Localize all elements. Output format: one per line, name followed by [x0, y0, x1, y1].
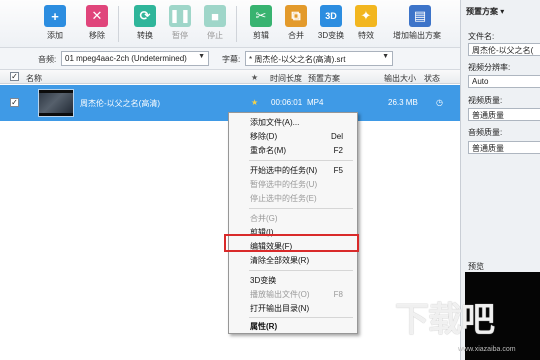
menu-item-rename[interactable]: 重命名(M) F2: [229, 144, 357, 157]
add-label: 添加: [47, 31, 63, 40]
subtitle-value: * 周杰伦-以父之名(高清).srt: [249, 55, 346, 64]
menu-item-clear-effects[interactable]: 清除全部效果(R): [229, 254, 357, 267]
main-toolbar: + 添加 ✕ 移除 ⟳ 转换 ❚❚ 暂停 ■ 停止 ✂ 剪辑 ⧉ 合并 3D 3…: [0, 0, 460, 48]
menu-item-pause-selected[interactable]: 暂停选中的任务(U): [229, 178, 357, 191]
audio-quality-label: 音频质量:: [468, 128, 503, 137]
audio-track-value: 01 mpeg4aac-2ch (Undetermined): [65, 54, 187, 63]
column-star[interactable]: ★: [251, 73, 258, 82]
preset-panel-title[interactable]: 预置方案 ▾: [466, 6, 504, 17]
select-all-checkbox[interactable]: ✓: [10, 72, 19, 81]
chevron-down-icon: ▼: [198, 53, 205, 60]
column-name[interactable]: 名称: [26, 73, 42, 84]
highlight-annotation-box: [224, 234, 359, 252]
row-checkbox[interactable]: ✓: [10, 98, 19, 107]
subtitle-label: 字幕:: [222, 55, 241, 64]
clip-label: 剪辑: [253, 31, 269, 40]
remove-button[interactable]: ✕ 移除: [80, 5, 114, 45]
menu-separator: [249, 317, 353, 318]
resolution-select[interactable]: Auto: [468, 75, 540, 88]
menu-item-3d-convert[interactable]: 3D变换: [229, 274, 357, 287]
pause-icon: ❚❚: [169, 5, 191, 27]
resolution-label: 视频分辨率:: [468, 63, 511, 72]
toolbar-divider: [118, 6, 119, 42]
column-preset[interactable]: 预置方案: [308, 73, 340, 84]
clock-icon: ◷: [436, 98, 443, 107]
toolbar-divider: [236, 6, 237, 42]
add-output-scheme-label: 增加输出方案: [393, 31, 441, 40]
column-output-size[interactable]: 输出大小: [384, 73, 416, 84]
audio-label: 音频:: [38, 55, 57, 64]
convert-label: 转换: [137, 31, 153, 40]
convert-button[interactable]: ⟳ 转换: [128, 5, 162, 45]
add-output-scheme-button[interactable]: ▤ 增加输出方案: [393, 5, 442, 45]
pause-label: 暂停: [172, 31, 188, 40]
clip-button[interactable]: ✂ 剪辑: [244, 5, 278, 45]
video-thumbnail: [38, 89, 74, 117]
file-list-header: ✓ 名称 ★ 时间长度 预置方案 输出大小 状态: [0, 70, 460, 84]
watermark-logo: 下载吧: [395, 301, 495, 339]
stop-label: 停止: [207, 31, 223, 40]
remove-label: 移除: [89, 31, 105, 40]
audio-quality-select[interactable]: 普通质量: [468, 141, 540, 154]
row-preset: MP4: [307, 98, 324, 107]
menu-item-start-selected[interactable]: 开始选中的任务(N) F5: [229, 164, 357, 177]
menu-item-play-output[interactable]: 播放输出文件(O) F8: [229, 288, 357, 301]
effects-button[interactable]: ✦ 特效: [349, 5, 383, 45]
chevron-down-icon: ▼: [382, 53, 389, 60]
menu-item-stop-selected[interactable]: 停止选中的任务(E): [229, 192, 357, 205]
menu-item-add-file[interactable]: 添加文件(A)...: [229, 116, 357, 129]
convert-3d-label: 3D变换: [317, 31, 345, 40]
pause-button[interactable]: ❚❚ 暂停: [163, 5, 197, 45]
merge-button[interactable]: ⧉ 合并: [279, 5, 313, 45]
effects-label: 特效: [358, 31, 374, 40]
convert-3d-button[interactable]: 3D 3D变换: [314, 5, 348, 45]
refresh-icon: ⟳: [134, 5, 156, 27]
add-scheme-icon: ▤: [409, 5, 431, 27]
merge-label: 合并: [288, 31, 304, 40]
preview-label: 预览: [468, 262, 484, 271]
merge-icon: ⧉: [285, 5, 307, 27]
close-icon: ✕: [86, 5, 108, 27]
track-options-row: 音频: 01 mpeg4aac-2ch (Undetermined) ▼ 字幕:…: [0, 48, 460, 70]
star-icon[interactable]: ★: [251, 98, 258, 107]
scissors-icon: ✂: [250, 5, 272, 27]
row-file-name: 周杰伦-以父之名(高清): [80, 99, 160, 108]
magic-wand-icon: ✦: [355, 5, 377, 27]
row-output-size: 26.3 MB: [388, 98, 418, 107]
filename-field[interactable]: 周杰伦-以父之名(: [468, 43, 540, 56]
stop-icon: ■: [204, 5, 226, 27]
subtitle-select[interactable]: * 周杰伦-以父之名(高清).srt ▼: [245, 51, 393, 66]
column-duration[interactable]: 时间长度: [270, 73, 302, 84]
menu-separator: [249, 270, 353, 271]
filename-label: 文件名:: [468, 32, 495, 41]
video-quality-select[interactable]: 普通质量: [468, 108, 540, 121]
column-status[interactable]: 状态: [424, 73, 440, 84]
plus-icon: +: [44, 5, 66, 27]
menu-item-properties[interactable]: 属性(R): [229, 320, 357, 333]
audio-track-select[interactable]: 01 mpeg4aac-2ch (Undetermined) ▼: [61, 51, 209, 66]
menu-separator: [249, 208, 353, 209]
menu-item-open-output-dir[interactable]: 打开输出目录(N): [229, 302, 357, 315]
context-menu: 添加文件(A)... 移除(D) Del 重命名(M) F2 开始选中的任务(N) F…: [228, 112, 358, 334]
video-quality-label: 视频质量:: [468, 96, 503, 105]
menu-item-remove[interactable]: 移除(D) Del: [229, 130, 357, 143]
menu-item-merge[interactable]: 合并(G): [229, 212, 357, 225]
menu-separator: [249, 160, 353, 161]
add-button[interactable]: + 添加: [38, 5, 72, 45]
row-duration: 00:06:01: [271, 98, 303, 107]
3d-icon: 3D: [320, 5, 342, 27]
stop-button[interactable]: ■ 停止: [198, 5, 232, 45]
watermark-url: www.xiazaiba.com: [458, 346, 516, 353]
